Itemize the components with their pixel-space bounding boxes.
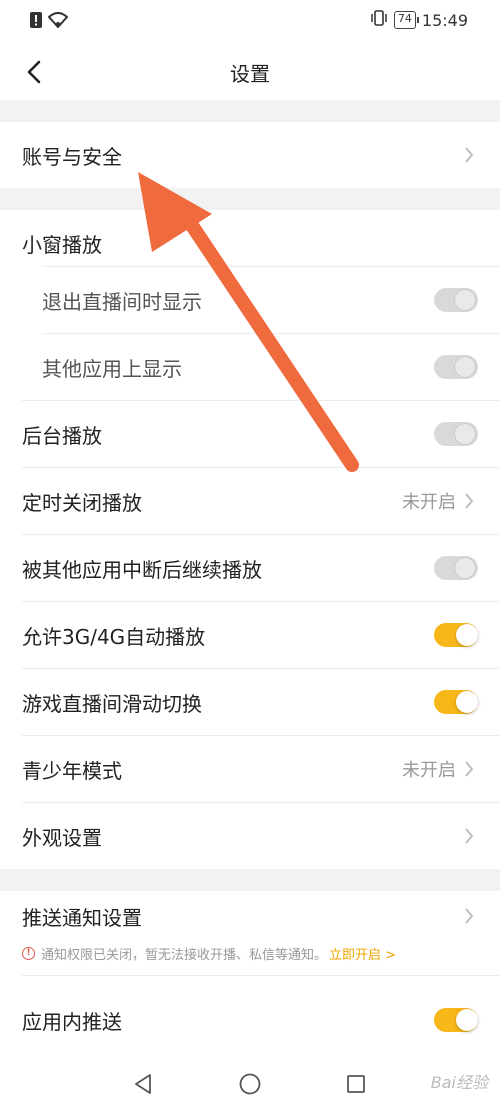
mobile-autoplay-toggle[interactable] — [434, 623, 478, 647]
status-left — [30, 12, 69, 32]
status-right: 74 15:49 — [370, 10, 468, 30]
chevron-right-icon — [464, 827, 478, 845]
toggle-knob — [454, 356, 476, 378]
triangle-back-icon — [135, 1074, 151, 1094]
item-label: 后台播放 — [22, 423, 102, 448]
exit-live-show-toggle[interactable] — [434, 288, 478, 312]
square-recents-icon — [347, 1075, 365, 1093]
nav-back-button[interactable] — [130, 1071, 156, 1097]
item-label: 账号与安全 — [22, 144, 122, 169]
toggle-knob — [454, 557, 476, 579]
watermark: Bai经验 — [430, 1073, 488, 1092]
resume-after-interrupt-item: 被其他应用中断后继续播放 — [0, 535, 500, 601]
exit-live-show-item: 退出直播间时显示 — [0, 267, 500, 333]
toggle-knob — [454, 423, 476, 445]
vibrate-icon — [370, 10, 388, 30]
battery-icon: 74 — [393, 11, 419, 29]
chevron-right-icon — [464, 146, 478, 164]
warning-icon: ! — [22, 947, 35, 960]
section-gap — [0, 869, 500, 891]
item-label: 游戏直播间滑动切换 — [22, 691, 202, 716]
item-label: 被其他应用中断后继续播放 — [22, 557, 262, 582]
account-security-item[interactable]: 账号与安全 — [0, 122, 500, 188]
item-label: 退出直播间时显示 — [42, 289, 202, 314]
nav-recents-button[interactable] — [343, 1071, 369, 1097]
circle-home-icon — [239, 1073, 261, 1095]
resume-after-interrupt-toggle[interactable] — [434, 556, 478, 580]
item-label: 外观设置 — [22, 825, 102, 850]
toggle-knob — [456, 624, 478, 646]
item-label: 推送通知设置 — [22, 905, 142, 930]
alert-icon — [30, 12, 42, 32]
chevron-right-icon — [464, 760, 478, 778]
notification-warning: ! 通知权限已关闭，暂无法接收开播、私信等通知。 立即开启 > — [22, 944, 492, 963]
divider — [22, 975, 500, 976]
item-label: 允许3G/4G自动播放 — [22, 624, 206, 649]
teen-mode-item[interactable]: 青少年模式 未开启 — [0, 736, 500, 802]
other-app-show-toggle[interactable] — [434, 355, 478, 379]
toggle-knob — [456, 691, 478, 713]
swipe-switch-toggle[interactable] — [434, 690, 478, 714]
item-value: 未开启 — [402, 760, 456, 781]
clock: 15:49 — [421, 10, 468, 30]
section-gap — [0, 100, 500, 122]
chevron-right-icon — [464, 492, 478, 510]
status-bar: 74 15:49 — [0, 0, 500, 44]
other-app-show-item: 其他应用上显示 — [0, 334, 500, 400]
swipe-switch-item: 游戏直播间滑动切换 — [0, 669, 500, 735]
chevron-right-icon — [464, 907, 478, 925]
item-label: 应用内推送 — [22, 1009, 122, 1034]
system-nav-bar: Bai经验 — [0, 1055, 500, 1111]
background-play-item: 后台播放 — [0, 401, 500, 467]
notice-text: 通知权限已关闭，暂无法接收开播、私信等通知。 — [41, 948, 328, 963]
item-label: 定时关闭播放 — [22, 490, 142, 515]
section-gap — [0, 188, 500, 210]
wifi-icon — [47, 12, 69, 32]
in-app-push-item: 应用内推送 — [0, 987, 500, 1053]
top-navbar: 设置 — [0, 44, 500, 100]
in-app-push-toggle[interactable] — [434, 1008, 478, 1032]
toggle-knob — [454, 289, 476, 311]
page-title: 设置 — [230, 62, 270, 86]
mobile-autoplay-item: 允许3G/4G自动播放 — [0, 602, 500, 668]
enable-now-link[interactable]: 立即开启 > — [329, 944, 396, 963]
push-settings-item[interactable]: 推送通知设置 — [0, 891, 500, 941]
timer-close-item[interactable]: 定时关闭播放 未开启 — [0, 468, 500, 534]
appearance-item[interactable]: 外观设置 — [0, 803, 500, 869]
background-play-toggle[interactable] — [434, 422, 478, 446]
item-value: 未开启 — [402, 492, 456, 513]
item-label: 其他应用上显示 — [42, 356, 182, 381]
item-label: 小窗播放 — [22, 232, 102, 257]
toggle-knob — [456, 1009, 478, 1031]
item-label: 青少年模式 — [22, 758, 122, 783]
nav-home-button[interactable] — [237, 1071, 263, 1097]
